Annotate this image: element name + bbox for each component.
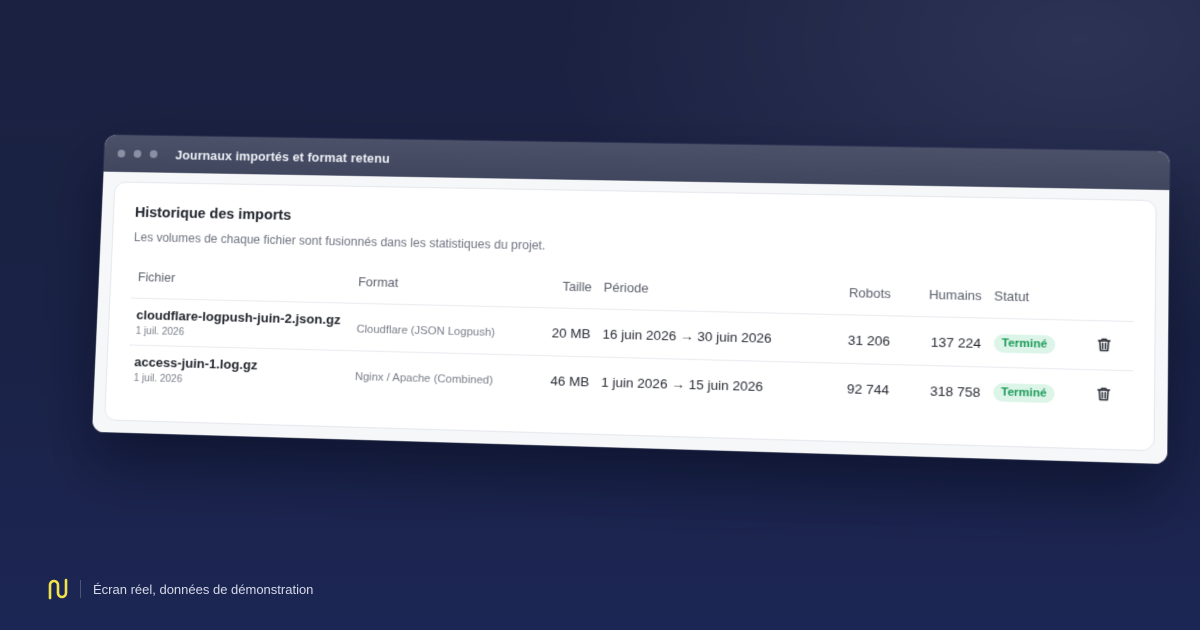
- trash-icon[interactable]: [1096, 385, 1113, 402]
- window-title: Journaux importés et format retenu: [175, 147, 391, 166]
- cell-status: Terminé: [986, 367, 1090, 419]
- window-zoom-dot[interactable]: [149, 150, 158, 159]
- cell-file: cloudflare-logpush-juin-2.json.gz 1 juil…: [129, 298, 352, 351]
- cell-size: 20 MB: [533, 307, 598, 357]
- file-format: Nginx / Apache (Combined): [354, 370, 494, 387]
- cell-period: 16 juin 2026 → 30 juin 2026: [595, 308, 823, 363]
- window-close-dot[interactable]: [117, 149, 126, 158]
- cell-robots: 92 744: [820, 362, 896, 414]
- cell-humans: 137 224: [895, 315, 988, 368]
- file-format: Cloudflare (JSON Logpush): [356, 323, 496, 339]
- file-date: 1 juil. 2026: [135, 325, 185, 339]
- cell-format: Nginx / Apache (Combined): [348, 350, 534, 403]
- window-minimize-dot[interactable]: [133, 149, 142, 158]
- window-content: Historique des imports Les volumes de ch…: [92, 171, 1170, 465]
- trash-icon[interactable]: [1096, 336, 1113, 353]
- header-size[interactable]: Taille: [535, 278, 598, 309]
- file-name: access-juin-1.log.gz: [134, 354, 258, 373]
- status-badge: Terminé: [992, 382, 1056, 404]
- footer-divider: [80, 580, 81, 598]
- header-actions: [1090, 290, 1134, 321]
- app-window: Journaux importés et format retenu Histo…: [92, 134, 1170, 465]
- cell-actions: [1089, 320, 1134, 371]
- cell-actions: [1089, 369, 1134, 420]
- cell-humans: 318 758: [895, 364, 987, 416]
- header-format[interactable]: Format: [352, 274, 537, 307]
- file-name: cloudflare-logpush-juin-2.json.gz: [136, 307, 341, 328]
- imports-history-card: Historique des imports Les volumes de ch…: [104, 181, 1157, 452]
- header-status[interactable]: Statut: [988, 288, 1091, 320]
- cell-robots: 31 206: [821, 314, 897, 365]
- file-date: 1 juil. 2026: [133, 372, 183, 386]
- status-badge: Terminé: [993, 334, 1056, 354]
- cell-period: 1 juin 2026 → 15 juin 2026: [594, 356, 822, 411]
- cell-format: Cloudflare (JSON Logpush): [349, 303, 536, 356]
- imports-table: Fichier Format Taille Période Robots Hum…: [127, 269, 1134, 420]
- header-humans[interactable]: Humains: [897, 286, 988, 318]
- cell-status: Terminé: [986, 318, 1091, 370]
- cell-size: 46 MB: [532, 355, 596, 405]
- cell-file: access-juin-1.log.gz 1 juil. 2026: [127, 344, 350, 398]
- brand-logo-icon: [46, 577, 68, 601]
- backdrop: Journaux importés et format retenu Histo…: [0, 0, 1200, 630]
- footer: Écran réel, données de démonstration: [46, 577, 313, 601]
- header-robots[interactable]: Robots: [822, 284, 897, 315]
- footer-caption: Écran réel, données de démonstration: [93, 581, 314, 597]
